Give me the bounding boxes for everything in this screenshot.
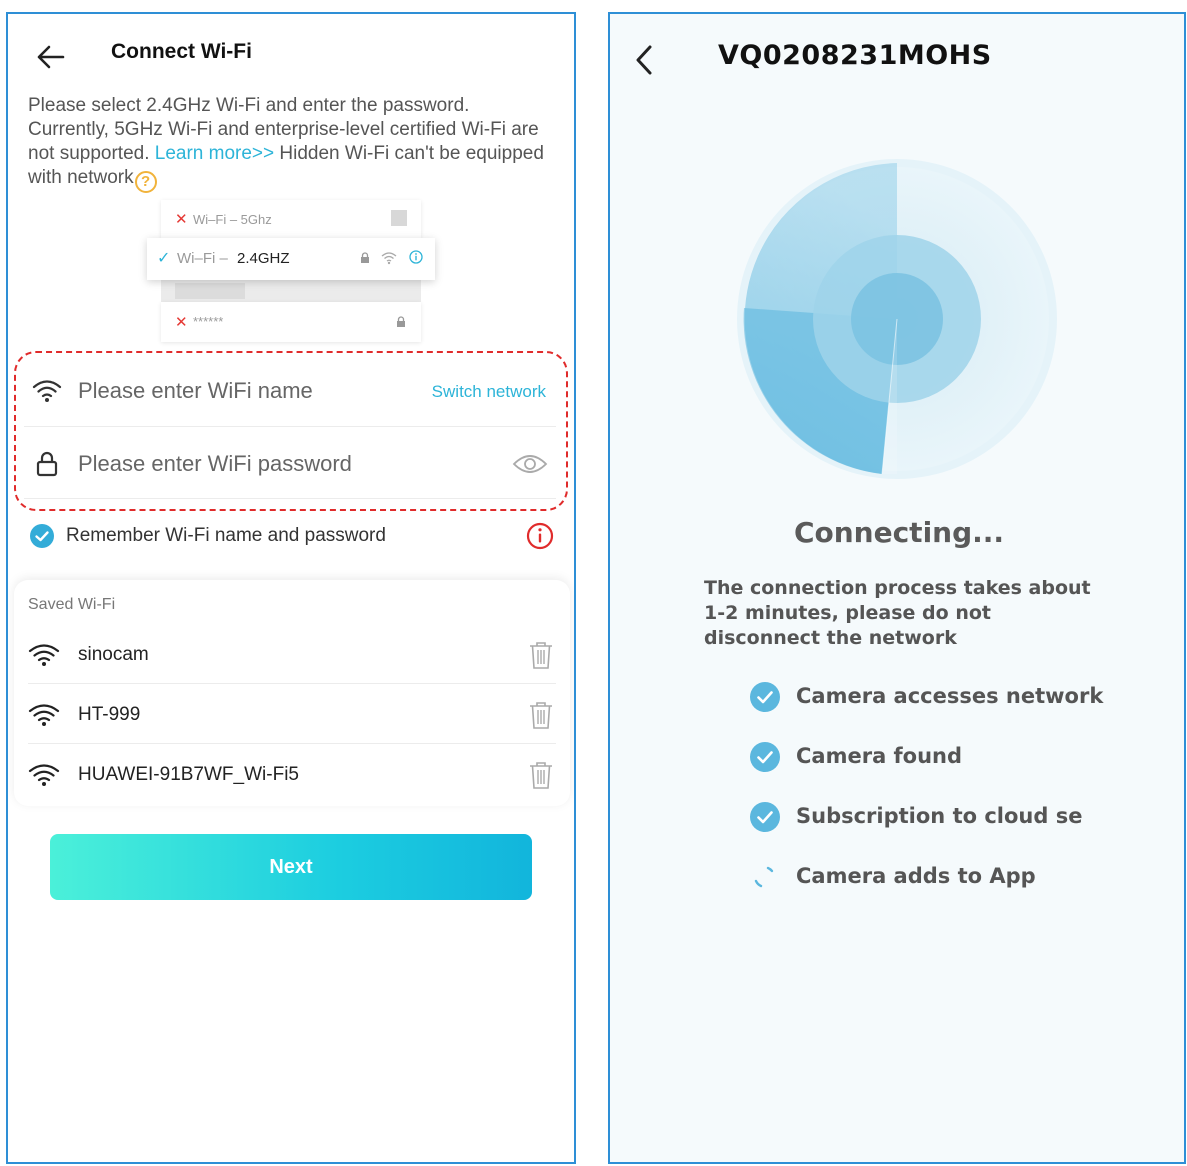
wifi-band-illustration: ✕ Wi–Fi – 5Ghz ✓ Wi–Fi – 2.4GHZ ✕ ****** [147,200,435,344]
saved-wifi-title: Saved Wi-Fi [28,596,116,613]
info-icon [409,250,423,264]
learn-more-link[interactable]: Learn more>> [155,143,274,164]
connecting-screen: VQ0208231MOHS Connecting... The connecti… [608,12,1186,1164]
connect-wifi-screen: Connect Wi-Fi Please select 2.4GHz Wi-Fi… [6,12,576,1164]
back-chevron-icon[interactable] [632,44,656,76]
radar-scan-icon [737,159,1057,479]
next-button[interactable]: Next [50,834,532,900]
step-label: Camera accesses network [796,684,1104,708]
check-circle-icon [750,682,780,712]
step-label: Camera adds to App [796,864,1036,888]
wifi-icon [28,764,60,786]
remember-credentials-row: Remember Wi-Fi name and password [30,522,560,552]
illustration-24ghz-band: 2.4GHZ [237,250,290,267]
illustration-5ghz-label: Wi–Fi – 5Ghz [193,212,272,227]
check-icon: ✓ [157,250,171,267]
lock-icon [361,252,369,263]
saved-wifi-item[interactable]: sinocam [28,626,556,684]
switch-network-link[interactable]: Switch network [432,382,546,402]
step-item: Camera adds to App [750,860,1184,894]
wifi-icon [381,252,397,265]
cross-icon: ✕ [175,211,188,228]
trash-icon[interactable] [528,700,554,730]
divider [24,498,556,499]
instructions-text: Please select 2.4GHz Wi-Fi and enter the… [28,94,548,193]
illustration-row-5ghz: ✕ Wi–Fi – 5Ghz [161,200,421,238]
info-icon[interactable] [526,522,554,550]
lock-icon [36,451,58,477]
wifi-password-input[interactable]: Please enter WiFi password [78,451,352,477]
cross-icon: ✕ [175,314,188,331]
saved-wifi-name: HUAWEI-91B7WF_Wi-Fi5 [78,764,299,785]
step-item: Subscription to cloud se [750,800,1086,834]
lock-icon [397,316,405,327]
illustration-hidden-label: ****** [193,314,224,329]
wifi-icon [28,704,60,726]
saved-wifi-item[interactable]: HUAWEI-91B7WF_Wi-Fi5 [28,746,556,804]
saved-wifi-name: HT-999 [78,704,141,725]
step-item: Camera accesses network [750,680,1184,714]
saved-wifi-item[interactable]: HT-999 [28,686,556,744]
device-id-title: VQ0208231MOHS [718,40,992,71]
wifi-name-field[interactable]: Please enter WiFi name Switch network [24,354,556,426]
illustration-row-hidden [161,280,421,302]
illustration-row-enterprise: ✕ ****** [161,302,421,342]
help-question-icon[interactable]: ? [134,171,157,193]
back-arrow-icon[interactable] [36,44,66,70]
wifi-password-field[interactable]: Please enter WiFi password [24,427,556,499]
wifi-icon [32,380,62,402]
saved-wifi-name: sinocam [78,644,149,665]
step-item: Camera found [750,740,1184,774]
connection-status: Connecting... [793,516,1005,549]
step-label: Camera found [796,744,963,768]
check-circle-icon [750,802,780,832]
trash-icon[interactable] [528,640,554,670]
loading-spinner-icon [754,866,774,888]
trash-icon[interactable] [528,760,554,790]
wifi-name-input[interactable]: Please enter WiFi name [78,378,313,404]
illustration-24ghz-prefix: Wi–Fi – [177,250,228,267]
saved-wifi-panel: Saved Wi-Fi sinocam HT-999 HUAWEI-91B7WF… [14,580,570,806]
remember-checkbox[interactable] [30,524,54,548]
step-label: Subscription to cloud se [796,804,1083,828]
check-icon [35,531,49,542]
remember-label: Remember Wi-Fi name and password [66,525,386,546]
placeholder-square-icon [391,210,407,226]
connection-description: The connection process takes about 1-2 m… [704,577,1091,649]
eye-icon[interactable] [512,451,548,477]
page-title: Connect Wi-Fi [111,40,252,63]
check-circle-icon [750,742,780,772]
wifi-icon [28,644,60,666]
illustration-row-24ghz: ✓ Wi–Fi – 2.4GHZ [147,238,435,280]
